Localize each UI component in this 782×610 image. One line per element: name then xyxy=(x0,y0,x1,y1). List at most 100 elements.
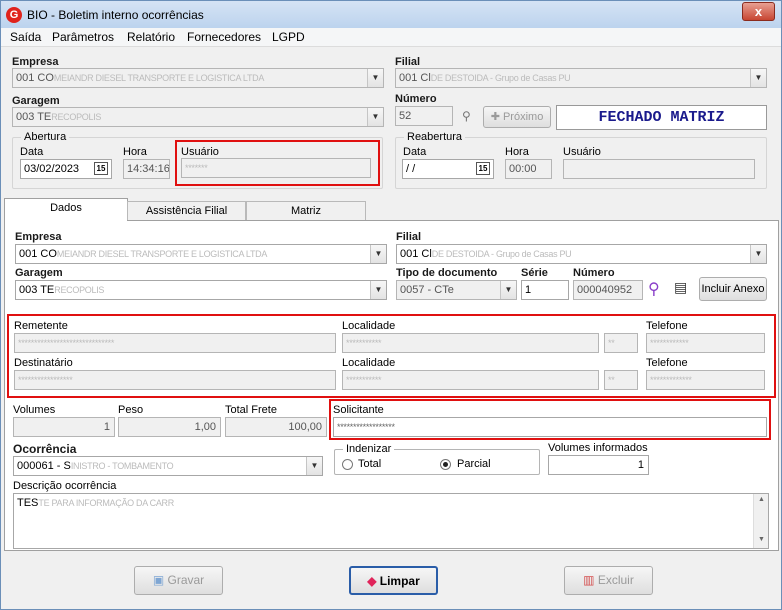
window-title: BIO - Boletim interno ocorrências xyxy=(27,8,204,22)
peso-label: Peso xyxy=(118,404,144,416)
menu-bar: Saída Parâmetros Relatório Fornecedores … xyxy=(1,28,781,47)
menu-fornecedores[interactable]: Fornecedores xyxy=(187,30,261,44)
excluir-label: Excluir xyxy=(597,573,634,587)
abertura-data-value: 03/02/2023 xyxy=(24,163,80,175)
empresa-label: Empresa xyxy=(12,56,59,68)
floppy-icon: ▣ xyxy=(152,573,168,587)
dados-garagem-value: 003 TE xyxy=(19,284,55,296)
empresa-hidden: MEIANDR DIESEL TRANSPORTE E LOGISTICA LT… xyxy=(53,73,265,83)
reabertura-data-value: / / xyxy=(406,163,416,175)
chevron-down-icon[interactable]: ▼ xyxy=(367,108,383,126)
abertura-data-label: Data xyxy=(20,146,44,158)
limpar-label: Limpar xyxy=(379,574,420,588)
abertura-hora-field[interactable]: 14:34:16 xyxy=(123,159,170,179)
menu-parametros[interactable]: Parâmetros xyxy=(52,30,114,44)
descricao-scrollbar[interactable]: ▲ ▼ xyxy=(753,494,768,548)
descricao-value: TES xyxy=(17,497,39,509)
empresa-value: 001 CO xyxy=(16,72,54,84)
dados-numero-field[interactable]: 000040952 xyxy=(573,280,643,300)
empresa-combo[interactable]: 001 COMEIANDR DIESEL TRANSPORTE E LOGIST… xyxy=(12,68,384,88)
gravar-button[interactable]: ▣ Gravar xyxy=(134,566,223,595)
volumes-informados-field[interactable]: 1 xyxy=(548,455,649,475)
main-window: G BIO - Boletim interno ocorrências x Sa… xyxy=(0,0,782,610)
reabertura-hora-field[interactable]: 00:00 xyxy=(505,159,552,179)
parcial-radio[interactable] xyxy=(440,459,451,470)
chevron-down-icon[interactable]: ▼ xyxy=(500,281,516,299)
dados-empresa-value: 001 CO xyxy=(19,248,57,260)
tipo-doc-label: Tipo de documento xyxy=(396,267,498,279)
chevron-down-icon[interactable]: ▼ xyxy=(367,69,383,87)
chevron-down-icon[interactable]: ▼ xyxy=(750,69,766,87)
descricao-textarea[interactable]: TESTE PARA INFORMAÇÃO DA CARR xyxy=(13,493,769,549)
total-radio[interactable] xyxy=(342,459,353,470)
search-icon[interactable]: ⚲ xyxy=(648,279,660,299)
peso-field[interactable]: 1,00 xyxy=(118,417,221,437)
garagem-value: 003 TE xyxy=(16,111,52,123)
chevron-down-icon[interactable]: ▼ xyxy=(750,245,766,263)
reabertura-data-label: Data xyxy=(403,146,427,158)
abertura-title: Abertura xyxy=(21,131,70,143)
status-banner: FECHADO MATRIZ xyxy=(556,105,767,130)
descricao-hidden: TE PARA INFORMAÇÃO DA CARR xyxy=(38,498,174,508)
highlight-solicitante xyxy=(329,399,771,440)
highlight-usuario xyxy=(175,140,380,186)
garagem-combo[interactable]: 003 TERECOPOLIS ▼ xyxy=(12,107,384,127)
chevron-down-icon[interactable]: ▼ xyxy=(370,281,386,299)
dados-empresa-combo[interactable]: 001 COMEIANDR DIESEL TRANSPORTE E LOGIST… xyxy=(15,244,387,264)
close-button[interactable]: x xyxy=(742,2,775,21)
reabertura-title: Reabertura xyxy=(404,131,466,143)
ocorrencia-hidden: INISTRO - TOMBAMENTO xyxy=(70,461,174,471)
volumes-field[interactable]: 1 xyxy=(13,417,115,437)
serie-field[interactable]: 1 xyxy=(521,280,569,300)
menu-saida[interactable]: Saída xyxy=(10,30,41,44)
incluir-anexo-button[interactable]: Incluir Anexo xyxy=(699,277,767,301)
trash-icon: ▥ xyxy=(583,573,598,587)
excluir-button[interactable]: ▥ Excluir xyxy=(564,566,653,595)
dados-filial-hidden: DE DESTOIDA - Grupo de Casas PU xyxy=(431,249,572,259)
tab-line xyxy=(366,220,779,221)
serie-label: Série xyxy=(521,267,548,279)
dados-garagem-label: Garagem xyxy=(15,267,63,279)
calendar-icon[interactable]: 15 xyxy=(476,162,490,175)
frete-field[interactable]: 100,00 xyxy=(225,417,327,437)
reabertura-usuario-field[interactable] xyxy=(563,159,755,179)
indenizar-title: Indenizar xyxy=(343,443,395,455)
dados-filial-label: Filial xyxy=(396,231,422,243)
reabertura-hora-label: Hora xyxy=(505,146,529,158)
volumes-informados-label: Volumes informados xyxy=(548,442,648,454)
proximo-button[interactable]: ✚ Próximo xyxy=(483,106,551,128)
tab-assistencia-filial[interactable]: Assistência Filial xyxy=(127,201,246,220)
dados-garagem-hidden: RECOPOLIS xyxy=(54,285,105,295)
binoculars-icon[interactable]: ⚲ xyxy=(462,109,471,123)
scroll-down-icon[interactable]: ▼ xyxy=(758,536,765,543)
numero-label: Número xyxy=(395,93,437,105)
chevron-down-icon[interactable]: ▼ xyxy=(370,245,386,263)
descricao-label: Descrição ocorrência xyxy=(13,480,117,492)
limpar-button[interactable]: ◆ Limpar xyxy=(349,566,438,595)
garagem-label: Garagem xyxy=(12,95,60,107)
ocorrencia-combo[interactable]: 000061 - SINISTRO - TOMBAMENTO ▼ xyxy=(13,456,323,476)
dados-garagem-combo[interactable]: 003 TERECOPOLIS ▼ xyxy=(15,280,387,300)
volumes-label: Volumes xyxy=(13,404,56,416)
chevron-down-icon[interactable]: ▼ xyxy=(306,457,322,475)
numero-field[interactable]: 52 xyxy=(395,106,453,126)
garagem-hidden: RECOPOLIS xyxy=(51,112,102,122)
frete-label: Total Frete xyxy=(225,404,277,416)
ocorrencia-label: Ocorrência xyxy=(13,442,77,456)
dados-filial-combo[interactable]: 001 ClDE DESTOIDA - Grupo de Casas PU ▼ xyxy=(396,244,767,264)
tab-matriz[interactable]: Matriz xyxy=(246,201,366,220)
filial-hidden: DE DESTOIDA - Grupo de Casas PU xyxy=(430,73,571,83)
filial-value: 001 Cl xyxy=(399,72,431,84)
tipo-doc-combo[interactable]: 0057 - CTe ▼ xyxy=(396,280,517,300)
filial-combo[interactable]: 001 ClDE DESTOIDA - Grupo de Casas PU ▼ xyxy=(395,68,767,88)
plus-icon: ✚ xyxy=(490,111,503,123)
tab-dados[interactable]: Dados xyxy=(4,198,128,221)
attachment-icon[interactable]: ▤ xyxy=(674,279,687,296)
ocorrencia-value: 000061 - S xyxy=(17,460,71,472)
calendar-icon[interactable]: 15 xyxy=(94,162,108,175)
scroll-up-icon[interactable]: ▲ xyxy=(758,496,765,503)
title-bar: G BIO - Boletim interno ocorrências x xyxy=(1,1,781,28)
menu-lgpd[interactable]: LGPD xyxy=(272,30,305,44)
menu-relatorio[interactable]: Relatório xyxy=(127,30,175,44)
gravar-label: Gravar xyxy=(167,573,205,587)
